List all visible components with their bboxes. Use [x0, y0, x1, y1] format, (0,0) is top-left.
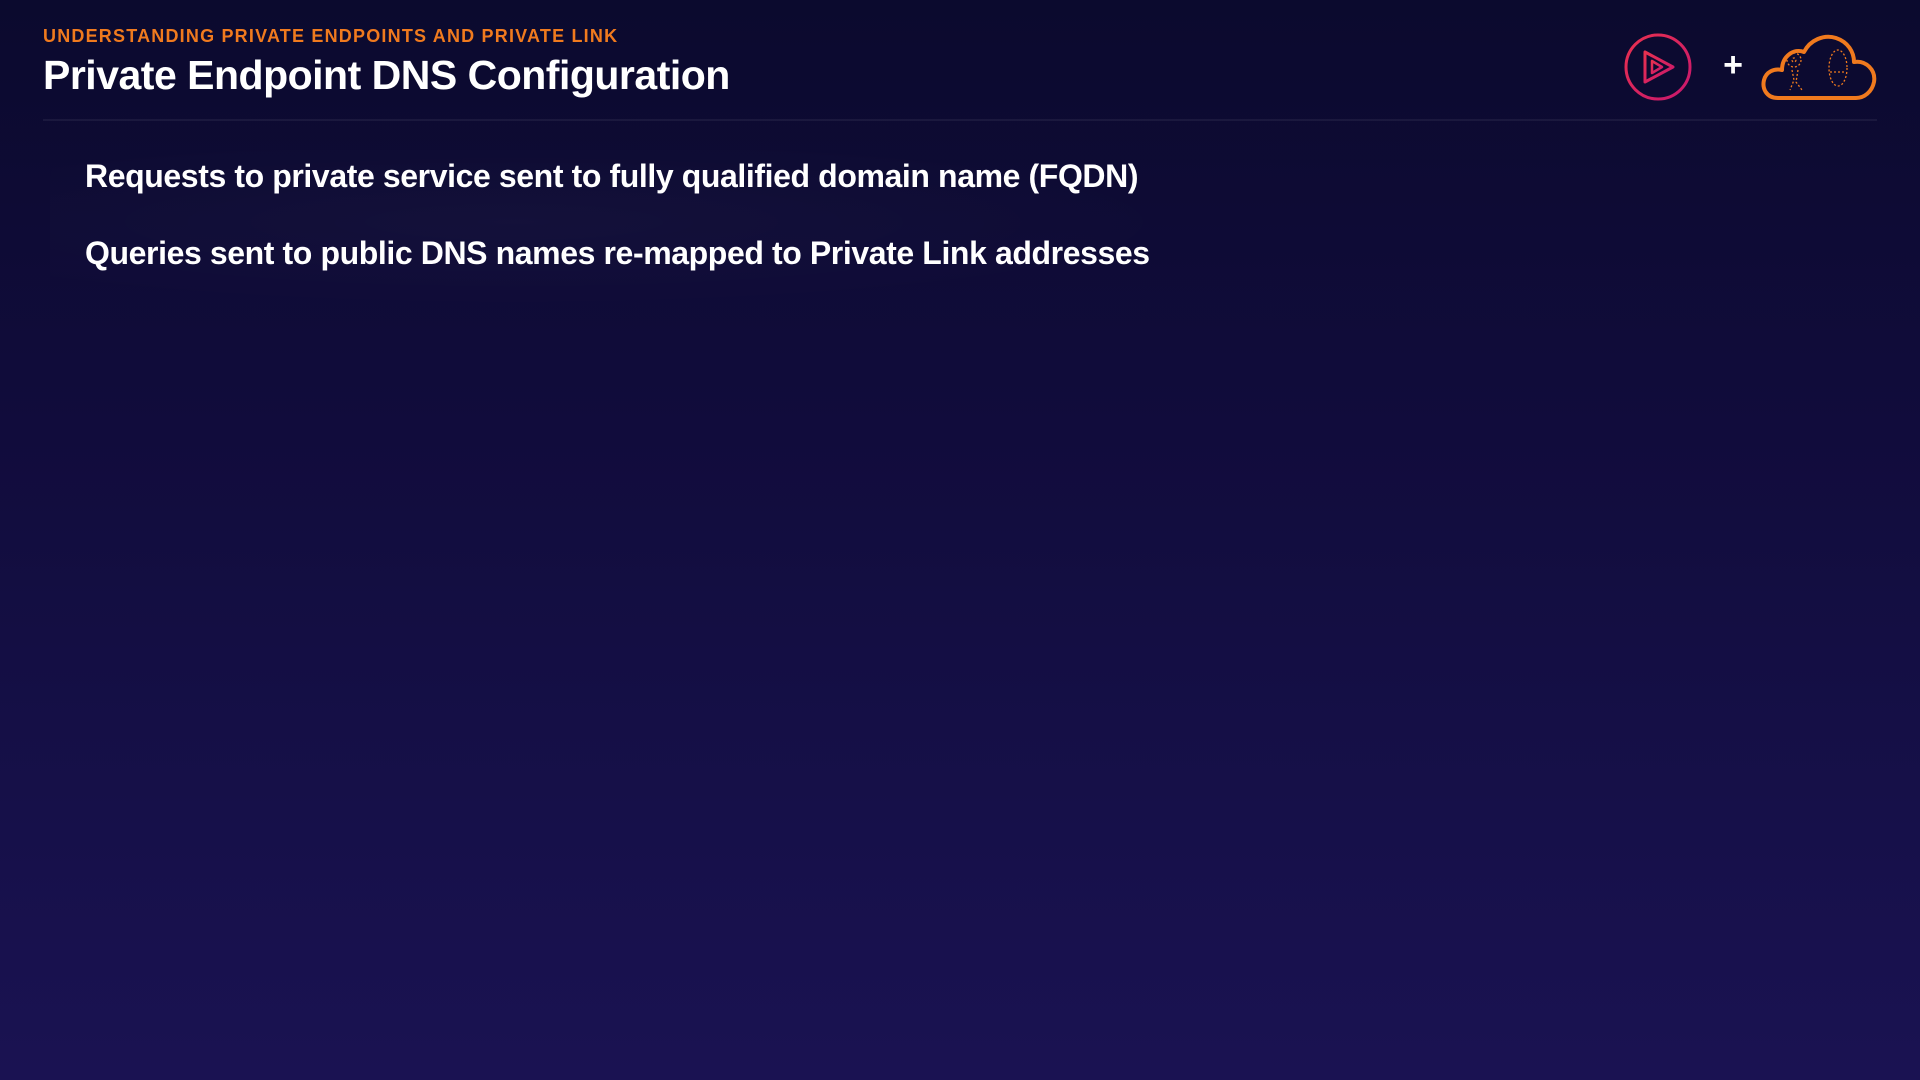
bullet-list: Requests to private service sent to full… — [85, 150, 1150, 304]
bullet-item: Requests to private service sent to full… — [85, 158, 1139, 194]
plus-icon: + — [1723, 46, 1743, 84]
slide: UNDERSTANDING PRIVATE ENDPOINTS AND PRIV… — [0, 0, 1920, 1080]
play-logo-icon — [1624, 33, 1692, 101]
cloud-logo-icon — [1761, 34, 1877, 100]
bullet-item: Queries sent to public DNS names re-mapp… — [85, 235, 1150, 271]
slide-title: Private Endpoint DNS Configuration — [43, 52, 730, 98]
section-label: UNDERSTANDING PRIVATE ENDPOINTS AND PRIV… — [43, 26, 619, 46]
slide-header: UNDERSTANDING PRIVATE ENDPOINTS AND PRIV… — [43, 24, 730, 100]
header-divider — [43, 119, 1877, 121]
logo-group: + — [1620, 30, 1880, 105]
